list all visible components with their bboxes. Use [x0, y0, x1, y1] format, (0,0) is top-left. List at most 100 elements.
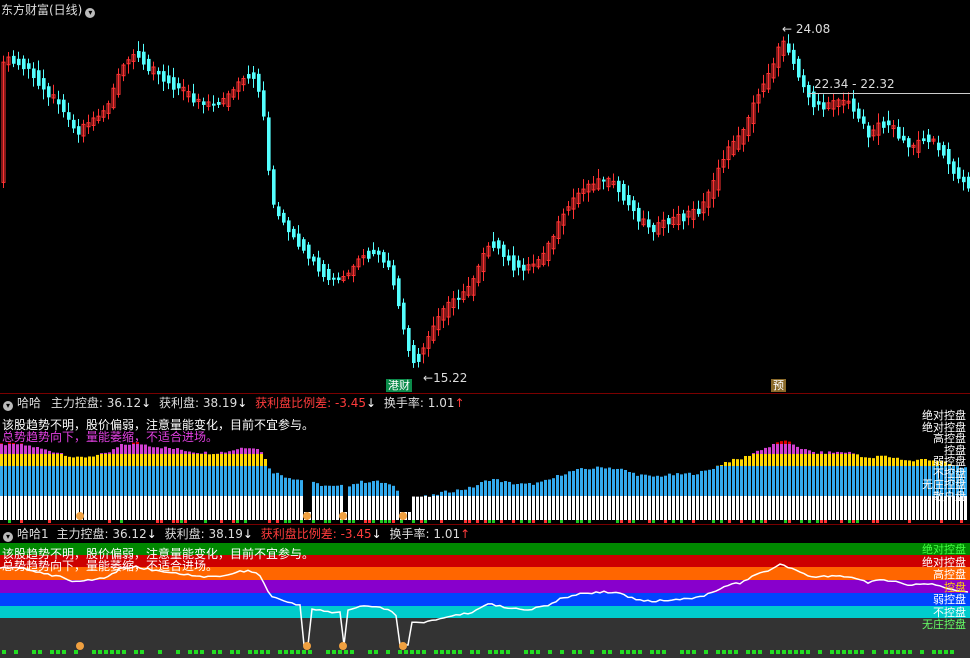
bottom-marker: [770, 650, 774, 654]
candle-body-down: [192, 93, 196, 103]
bar-yellow: [44, 454, 47, 466]
bar-white: [352, 496, 355, 520]
bar-blue: [692, 474, 695, 496]
bar-white: [656, 496, 659, 520]
bar-red: [784, 440, 787, 444]
bottom-marker: [752, 650, 756, 654]
bar-blue: [772, 466, 775, 496]
bar-blue: [468, 486, 471, 496]
bar-magenta: [800, 448, 803, 454]
bar-magenta: [752, 453, 755, 454]
bar-yellow: [176, 454, 179, 466]
bar-blue: [60, 466, 63, 496]
candle-body-down: [262, 90, 266, 117]
bar-marker: [852, 520, 855, 523]
bar-white: [140, 496, 143, 520]
bottom-marker: [716, 650, 720, 654]
chevron-down-icon[interactable]: ▾: [3, 401, 13, 411]
bar-blue: [868, 466, 871, 496]
bottom-marker: [950, 650, 954, 654]
bar-marker: [628, 520, 631, 523]
bar-magenta: [172, 448, 175, 454]
indicator1-panel[interactable]: 该股趋势不明，股价偏弱，注意量能变化，目前不宜参与。 总势趋势向下，量能萎缩，不…: [0, 410, 970, 524]
bar-marker: [784, 520, 787, 523]
candle-body-down: [37, 70, 41, 86]
candle-body-down: [377, 250, 381, 255]
bar-white: [900, 496, 903, 520]
bar-white: [648, 496, 651, 520]
bar-yellow: [248, 454, 251, 466]
badge-right[interactable]: 预: [771, 379, 786, 392]
bar-yellow: [732, 458, 735, 466]
bar-blue: [340, 484, 343, 496]
bottom-marker: [284, 650, 288, 654]
bar-blue: [144, 466, 147, 496]
bar-yellow: [800, 454, 803, 466]
bar-magenta: [796, 446, 799, 454]
candle-body-down: [522, 264, 526, 271]
bar-blue: [96, 466, 99, 496]
badge-left[interactable]: 港财: [386, 379, 412, 392]
bar-blue: [812, 466, 815, 496]
bar-white: [528, 496, 531, 520]
bar-marker: [348, 520, 351, 523]
bar-blue: [492, 478, 495, 496]
bar-red: [780, 441, 783, 444]
candle-body-down: [517, 260, 521, 268]
candle-body-down: [147, 58, 151, 72]
bar-blue: [572, 470, 575, 496]
bar-white: [884, 496, 887, 520]
bar-white: [604, 496, 607, 520]
bar-white: [812, 496, 815, 520]
candle-body-down: [367, 250, 371, 259]
bar-white: [552, 496, 555, 520]
bar-white: [408, 512, 411, 520]
bar-blue: [660, 476, 663, 496]
bar-yellow: [136, 454, 139, 466]
bar-yellow: [264, 458, 267, 466]
bar-blue: [892, 466, 895, 496]
bar-magenta: [848, 451, 851, 454]
bar-yellow: [892, 457, 895, 466]
bar-marker: [8, 520, 11, 523]
bar-white: [924, 496, 927, 520]
bar-blue: [148, 466, 151, 496]
bar-blue: [352, 484, 355, 496]
bar-white: [912, 496, 915, 520]
bar-white: [416, 496, 419, 520]
bar-blue: [164, 466, 167, 496]
bar-blue: [800, 466, 803, 496]
bar-white: [260, 496, 263, 520]
candle-body-down: [172, 77, 176, 90]
bar-blue: [832, 466, 835, 496]
bar-blue: [816, 466, 819, 496]
bar-blue: [464, 489, 467, 496]
bar-yellow: [204, 454, 207, 466]
indicator2-panel[interactable]: 该股趋势不明，股价偏弱，注意量能变化，目前不宜参与。 总势趋势向下，量能萎缩，不…: [0, 543, 970, 658]
bottom-marker: [920, 650, 924, 654]
bar-yellow: [12, 454, 15, 466]
bar-yellow: [32, 454, 35, 466]
bottom-marker: [236, 650, 240, 654]
chevron-down-icon[interactable]: ▾: [3, 532, 13, 542]
bar-white: [124, 496, 127, 520]
bar-marker: [672, 520, 675, 523]
bar-blue: [276, 472, 279, 496]
bar-blue: [912, 466, 915, 496]
bar-magenta: [780, 444, 783, 454]
turnover-value: 1.01: [427, 396, 455, 410]
hand-marker-icon: [303, 512, 311, 520]
bottom-marker: [140, 650, 144, 654]
bar-blue: [28, 466, 31, 496]
bar-white: [616, 496, 619, 520]
price-panel[interactable]: 东方财富(日线) ▾ ← 24.08 22.34 - 22.32 ←15.22 港…: [0, 0, 970, 392]
bar-blue: [852, 466, 855, 496]
bar-white: [172, 496, 175, 520]
bottom-marker: [548, 650, 552, 654]
bar-yellow: [188, 454, 191, 466]
bar-blue: [748, 466, 751, 496]
bar-magenta: [128, 444, 131, 454]
bar-white: [868, 496, 871, 520]
bar-white: [688, 496, 691, 520]
bar-white: [620, 496, 623, 520]
